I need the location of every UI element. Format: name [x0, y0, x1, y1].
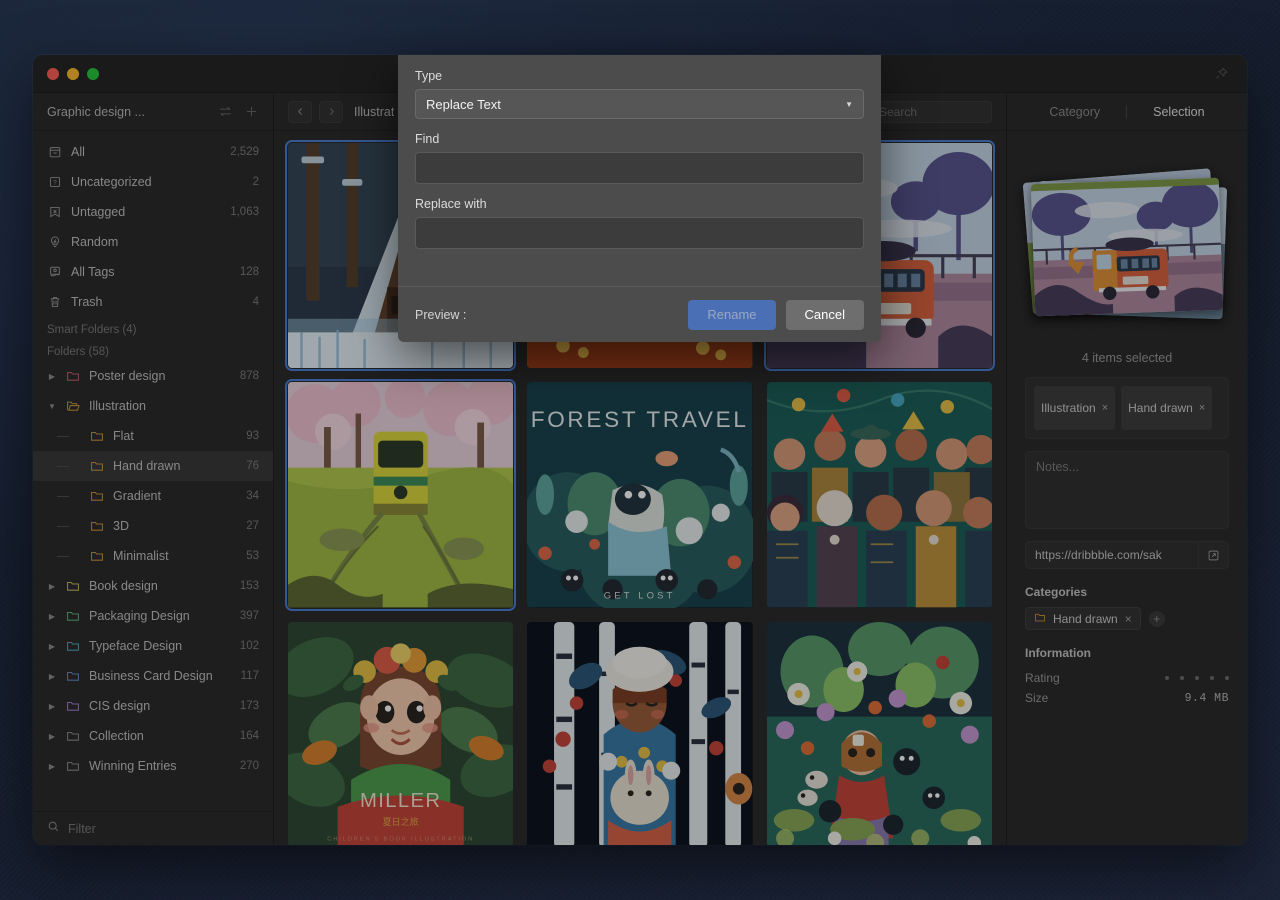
find-input[interactable] [415, 152, 864, 184]
type-label: Type [415, 69, 443, 83]
preview-label: Preview : [415, 307, 467, 322]
type-select[interactable]: Replace Text ▼ [415, 89, 864, 119]
find-label: Find [415, 132, 440, 146]
chevron-down-icon[interactable]: ▼ [845, 100, 853, 109]
cancel-button[interactable]: Cancel [785, 299, 864, 330]
rename-button[interactable]: Rename [688, 299, 776, 330]
rename-dialog-body: Type Replace Text ▼ Find Replace with [398, 55, 881, 286]
replace-label: Replace with [415, 197, 487, 211]
type-select-value: Replace Text [426, 96, 501, 112]
replace-input[interactable] [415, 217, 864, 249]
rename-dialog-footer: Preview : Rename Cancel [398, 286, 881, 342]
rename-dialog: Type Replace Text ▼ Find Replace with Pr… [398, 55, 881, 342]
